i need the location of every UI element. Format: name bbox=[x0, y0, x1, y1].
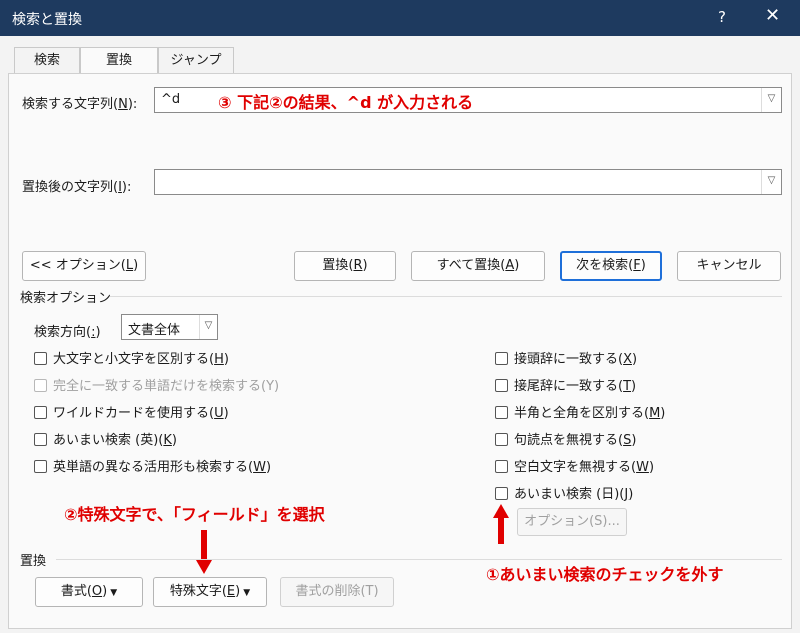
cancel-button[interactable]: キャンセル bbox=[677, 251, 781, 281]
options-button[interactable]: << オプション(L) bbox=[22, 251, 146, 281]
divider bbox=[56, 559, 782, 560]
direction-label: 検索方向(:) bbox=[34, 325, 101, 340]
checkbox-prefix[interactable]: 接頭辞に一致する(X) bbox=[495, 348, 637, 368]
replace-all-button[interactable]: すべて置換(A) bbox=[411, 251, 545, 281]
chevron-down-icon[interactable]: ▽ bbox=[761, 88, 781, 112]
checkbox-box[interactable] bbox=[34, 433, 47, 446]
replace-label: 置換後の文字列(I): bbox=[22, 180, 132, 195]
checkbox-box[interactable] bbox=[495, 379, 508, 392]
chevron-down-icon[interactable]: ▽ bbox=[199, 315, 217, 339]
find-next-button[interactable]: 次を検索(F) bbox=[560, 251, 662, 281]
arrow-up-icon bbox=[493, 504, 509, 544]
tab-replace[interactable]: 置換 bbox=[80, 47, 158, 75]
replace-input[interactable]: ▽ bbox=[154, 169, 782, 195]
replace-button[interactable]: 置換(R) bbox=[294, 251, 396, 281]
checkbox-wildcards[interactable]: ワイルドカードを使用する(U) bbox=[34, 402, 229, 422]
tab-goto[interactable]: ジャンプ bbox=[158, 47, 234, 74]
help-icon[interactable]: ? bbox=[718, 8, 726, 26]
arrow-down-icon bbox=[196, 530, 212, 574]
direction-select[interactable]: 文書全体 ▽ bbox=[121, 314, 218, 340]
annotation-1: ①あいまい検索のチェックを外す bbox=[486, 565, 724, 584]
checkbox-box[interactable] bbox=[495, 352, 508, 365]
checkbox-ignore-space[interactable]: 空白文字を無視する(W) bbox=[495, 456, 654, 476]
checkbox-box[interactable] bbox=[34, 352, 47, 365]
checkbox-width[interactable]: 半角と全角を区別する(M) bbox=[495, 402, 665, 422]
checkbox-ignore-punct[interactable]: 句読点を無視する(S) bbox=[495, 429, 636, 449]
fuzzy-options-button[interactable]: オプション(S)... bbox=[517, 508, 627, 536]
caret-down-icon: ▼ bbox=[243, 588, 251, 598]
annotation-2: ②特殊文字で、「フィールド」を選択 bbox=[64, 505, 325, 524]
checkbox-whole-word[interactable]: 完全に一致する単語だけを検索する(Y) bbox=[34, 375, 279, 395]
direction-value: 文書全体 bbox=[128, 323, 181, 338]
tab-find[interactable]: 検索 bbox=[14, 47, 80, 74]
checkbox-box[interactable] bbox=[495, 406, 508, 419]
checkbox-fuzzy-en[interactable]: あいまい検索 (英)(K) bbox=[34, 429, 177, 449]
annotation-3: ③ 下記②の結果、^d が入力される bbox=[218, 93, 474, 112]
chevron-down-icon[interactable]: ▽ bbox=[761, 170, 781, 194]
checkbox-box[interactable] bbox=[34, 406, 47, 419]
replace-group-title: 置換 bbox=[20, 554, 47, 569]
find-label: 検索する文字列(N): bbox=[22, 97, 138, 112]
find-value: ^d bbox=[161, 92, 181, 107]
checkbox-box[interactable] bbox=[34, 460, 47, 473]
close-icon[interactable]: ✕ bbox=[765, 5, 780, 26]
clear-format-button[interactable]: 書式の削除(T) bbox=[280, 577, 394, 607]
checkbox-suffix[interactable]: 接尾辞に一致する(T) bbox=[495, 375, 636, 395]
divider bbox=[110, 296, 782, 297]
checkbox-box[interactable] bbox=[495, 433, 508, 446]
checkbox-box[interactable] bbox=[495, 460, 508, 473]
format-button[interactable]: 書式(O) ▼ bbox=[35, 577, 143, 607]
window-title: 検索と置換 bbox=[12, 12, 82, 28]
special-chars-button[interactable]: 特殊文字(E) ▼ bbox=[153, 577, 267, 607]
search-options-title: 検索オプション bbox=[20, 291, 112, 306]
caret-down-icon: ▼ bbox=[110, 588, 118, 598]
title-bar: 検索と置換 ? ✕ bbox=[0, 0, 800, 36]
checkbox-fuzzy-ja[interactable]: あいまい検索 (日)(J) bbox=[495, 483, 633, 503]
checkbox-word-forms[interactable]: 英単語の異なる活用形も検索する(W) bbox=[34, 456, 271, 476]
checkbox-match-case[interactable]: 大文字と小文字を区別する(H) bbox=[34, 348, 229, 368]
checkbox-box[interactable] bbox=[495, 487, 508, 500]
checkbox-box[interactable] bbox=[34, 379, 47, 392]
